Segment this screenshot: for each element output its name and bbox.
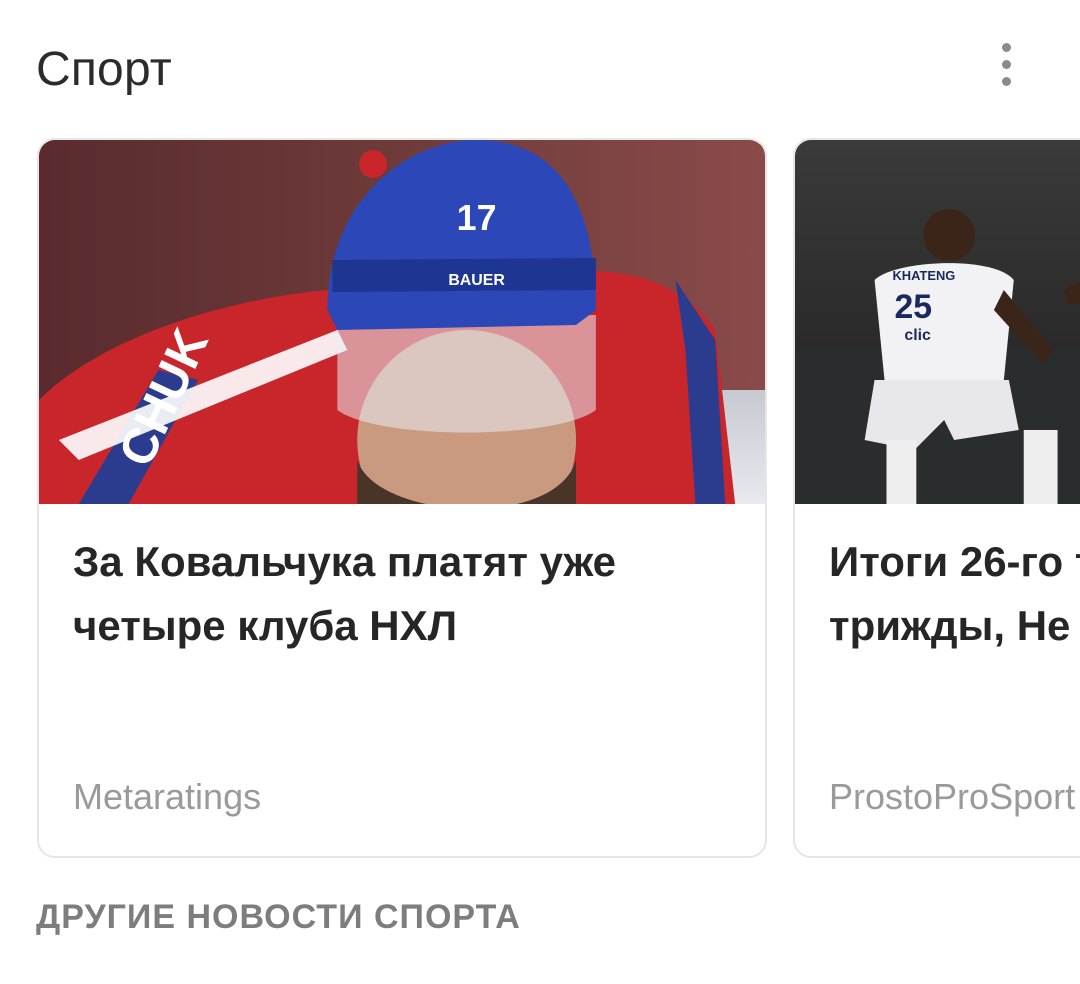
news-card-image-hockey: 17 BAUER CHUK [39, 140, 765, 504]
news-card-source: ProstoProSport [829, 776, 1076, 817]
football-player-image: 25 KHATENG clic [795, 140, 1080, 504]
more-menu-button[interactable] [990, 38, 1022, 90]
section-title: Спорт [36, 43, 172, 96]
hockey-player-image: 17 BAUER CHUK [39, 140, 765, 504]
news-carousel[interactable]: 17 BAUER CHUK За Ковальчука платят уже ч… [0, 138, 1080, 858]
svg-text:25: 25 [894, 288, 932, 326]
svg-text:17: 17 [457, 198, 497, 238]
svg-text:BAUER: BAUER [448, 272, 505, 289]
more-sports-news-link[interactable]: ДРУГИЕ НОВОСТИ СПОРТА [36, 898, 521, 937]
news-card-image-football: 25 KHATENG clic [795, 140, 1080, 504]
news-card-source: Metaratings [73, 776, 262, 817]
svg-text:KHATENG: KHATENG [892, 268, 955, 283]
news-card-psg[interactable]: 25 KHATENG clic Итоги 26-го тура: «ПСЖ» … [793, 138, 1080, 858]
news-card-headline[interactable]: За Ковальчука платят уже четыре клуба НХ… [73, 530, 735, 658]
svg-text:clic: clic [904, 327, 931, 344]
news-card-kovalchuk[interactable]: 17 BAUER CHUK За Ковальчука платят уже ч… [37, 138, 767, 858]
more-vertical-icon [1001, 42, 1011, 52]
section-header: Спорт [36, 36, 1050, 106]
news-card-headline[interactable]: Итоги 26-го тура: «ПСЖ» снова трижды, Не [829, 530, 1080, 658]
